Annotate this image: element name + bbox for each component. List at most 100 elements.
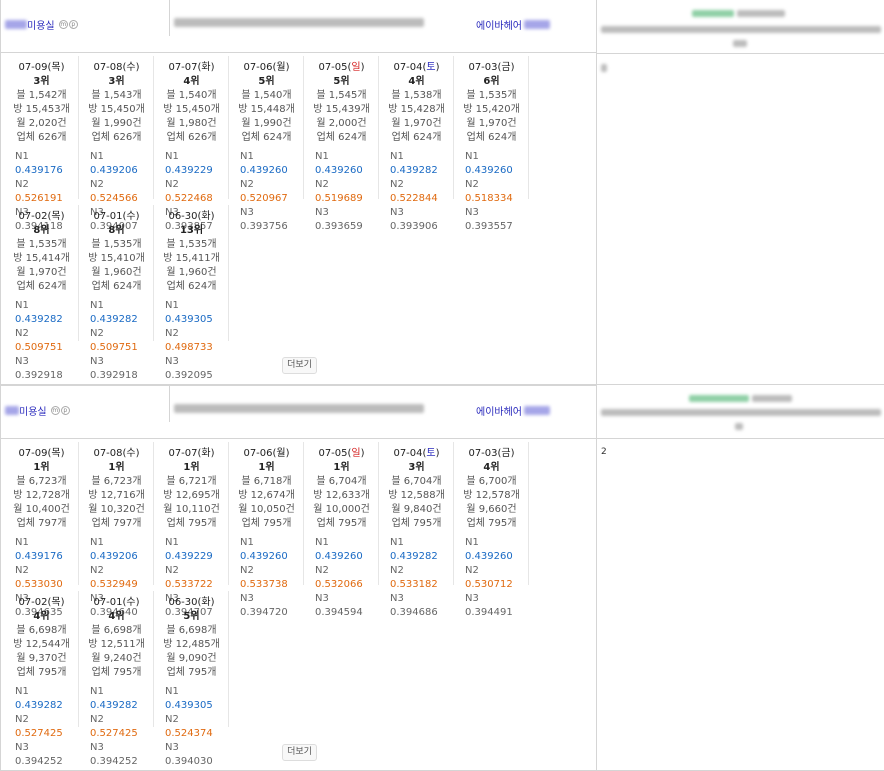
shop-name[interactable]: 미용실 mp	[5, 0, 170, 36]
n1-label: N1	[390, 151, 404, 162]
date-text: 07-04(	[393, 448, 427, 459]
side-note: 2	[601, 447, 607, 457]
n1-value: 0.439176	[15, 551, 63, 562]
business-count: 업체 624개	[391, 132, 442, 143]
n1-value: 0.439229	[165, 165, 213, 176]
brand-label[interactable]: 에이바헤어	[476, 407, 522, 418]
blog-count: 블 1,535개	[166, 239, 217, 250]
weekday: 수	[126, 62, 136, 73]
n3-label: N3	[165, 742, 179, 753]
date-close: )	[135, 62, 140, 73]
brand-link[interactable]: 에이바헤어	[476, 17, 550, 32]
shop-name-label[interactable]: 미용실	[19, 407, 47, 418]
n3-value: 0.393659	[315, 221, 363, 232]
n3-value: 0.394594	[315, 607, 363, 618]
redacted-text	[524, 406, 550, 415]
weekday: 목	[51, 448, 61, 459]
n3-label: N3	[165, 356, 179, 367]
shop-name-label[interactable]: 미용실	[27, 21, 55, 32]
n2-score: N2 0.518334	[455, 178, 528, 206]
shop-name[interactable]: 미용실 mp	[5, 386, 170, 422]
side-panel	[597, 0, 884, 385]
date-text: 07-01(	[93, 597, 127, 608]
blog-count: 블 1,545개	[316, 90, 367, 101]
n2-value: 0.533738	[240, 579, 288, 590]
redacted-text	[174, 403, 424, 413]
n1-label: N1	[165, 537, 179, 548]
date-close: )	[60, 211, 65, 222]
more-button[interactable]: 더보기	[282, 744, 317, 761]
n3-value: 0.394686	[390, 607, 438, 618]
n3-score: N3 0.394030	[155, 741, 228, 769]
n2-value: 0.522468	[165, 193, 213, 204]
n1-score: N1 0.439260	[230, 150, 303, 178]
n1-label: N1	[90, 686, 104, 697]
rank: 1위	[183, 462, 200, 473]
n2-label: N2	[390, 565, 404, 576]
date-close: )	[285, 448, 290, 459]
n1-label: N1	[465, 537, 479, 548]
visitor-count: 방 15,411개	[163, 253, 220, 264]
date-close: )	[510, 62, 515, 73]
n1-label: N1	[165, 300, 179, 311]
more-button[interactable]: 더보기	[282, 357, 317, 374]
rank-report: 미용실 mp 에이바헤어 07-09(목) 3위 블 1,542개 방 15,453개…	[0, 0, 884, 771]
n1-score: N1 0.439260	[305, 536, 378, 564]
n3-label: N3	[90, 356, 104, 367]
place-url[interactable]	[174, 403, 424, 414]
day-card: 07-05(일) 1위 블 6,704개 방 12,633개 월 10,000건 업체 7…	[305, 442, 379, 618]
weekday: 토	[426, 448, 436, 459]
n2-value: 0.533722	[165, 579, 213, 590]
date-text: 07-05(	[318, 62, 352, 73]
weekday: 월	[276, 448, 286, 459]
date-text: 07-02(	[18, 597, 52, 608]
brand-link[interactable]: 에이바헤어	[476, 403, 550, 418]
n1-label: N1	[315, 151, 329, 162]
day-card: 07-03(금) 4위 블 6,700개 방 12,578개 월 9,660건 업체 79…	[455, 442, 529, 618]
weekday: 수	[126, 597, 136, 608]
n3-score: N3 0.394491	[455, 592, 528, 620]
n1-value: 0.439260	[465, 551, 513, 562]
rank: 3위	[408, 462, 425, 473]
day-card: 07-04(토) 3위 블 6,704개 방 12,588개 월 9,840건 업체 79…	[380, 442, 454, 618]
n1-score: N1 0.439305	[155, 299, 228, 327]
n1-label: N1	[165, 151, 179, 162]
n1-value: 0.439176	[15, 165, 63, 176]
place-url[interactable]	[174, 17, 424, 28]
n1-score: N1 0.439260	[455, 150, 528, 178]
n3-label: N3	[90, 742, 104, 753]
n2-score: N2 0.520967	[230, 178, 303, 206]
date-text: 07-09(	[18, 62, 52, 73]
blog-count: 블 6,723개	[16, 476, 67, 487]
n2-score: N2 0.509751	[5, 327, 78, 355]
card-date: 07-03(금)	[455, 447, 528, 461]
n1-value: 0.439260	[240, 551, 288, 562]
rank: 1위	[333, 462, 350, 473]
card-date: 07-04(토)	[380, 447, 453, 461]
monthly-count: 월 10,000건	[313, 504, 370, 515]
monthly-count: 월 1,970건	[391, 118, 442, 129]
n2-label: N2	[15, 565, 29, 576]
n2-label: N2	[240, 179, 254, 190]
day-card: 06-30(화) 5위 블 6,698개 방 12,485개 월 9,090건 업체 79…	[155, 591, 229, 767]
n3-label: N3	[315, 593, 329, 604]
visitor-count: 방 12,578개	[463, 490, 520, 501]
m-badge-icon: m	[50, 406, 60, 415]
date-close: )	[60, 62, 65, 73]
date-text: 07-01(	[93, 211, 127, 222]
n3-label: N3	[15, 356, 29, 367]
n3-label: N3	[315, 207, 329, 218]
n2-value: 0.524374	[165, 728, 213, 739]
side-panel: 2	[597, 385, 884, 771]
n2-value: 0.532066	[315, 579, 363, 590]
date-close: )	[435, 448, 440, 459]
day-card: 07-09(목) 3위 블 1,542개 방 15,453개 월 2,020건 업체 62…	[5, 56, 79, 232]
redacted-text	[5, 20, 27, 29]
n1-score: N1 0.439282	[5, 299, 78, 327]
date-close: )	[135, 211, 140, 222]
business-count: 업체 624개	[466, 132, 517, 143]
blog-count: 블 1,542개	[16, 90, 67, 101]
n2-value: 0.522844	[390, 193, 438, 204]
brand-label[interactable]: 에이바헤어	[476, 21, 522, 32]
visitor-count: 방 12,716개	[88, 490, 145, 501]
